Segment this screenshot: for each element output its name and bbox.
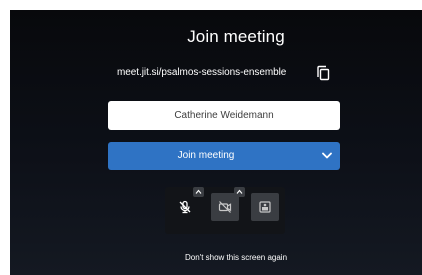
copy-icon[interactable] — [316, 65, 330, 81]
virtual-background-icon — [259, 201, 271, 213]
camera-toggle-button[interactable] — [211, 193, 239, 221]
join-meeting-button[interactable]: Join meeting — [108, 142, 340, 170]
meeting-url: meet.jit.si/psalmos-sessions-ensemble — [117, 66, 287, 78]
microphone-toggle-button[interactable] — [171, 193, 199, 221]
microphone-options-caret[interactable] — [193, 187, 204, 197]
chevron-up-icon — [236, 189, 243, 194]
virtual-background-button[interactable] — [251, 193, 279, 221]
chevron-down-icon — [322, 152, 332, 159]
page-title: Join meeting — [187, 27, 285, 46]
camera-options-caret[interactable] — [234, 187, 245, 197]
dont-show-again-link[interactable]: Don't show this screen again — [10, 253, 422, 262]
microphone-muted-icon — [179, 200, 191, 214]
chevron-up-icon — [195, 189, 202, 194]
join-options-dropdown[interactable] — [314, 142, 340, 170]
display-name-input[interactable] — [108, 101, 340, 130]
join-meeting-label: Join meeting — [177, 150, 235, 161]
camera-off-icon — [218, 201, 232, 213]
prejoin-screen: Join meeting meet.jit.si/psalmos-session… — [10, 10, 422, 275]
meeting-url-row: meet.jit.si/psalmos-sessions-ensemble — [117, 63, 286, 81]
app-frame: Join meeting meet.jit.si/psalmos-session… — [0, 0, 422, 275]
media-toolbar — [165, 187, 285, 234]
